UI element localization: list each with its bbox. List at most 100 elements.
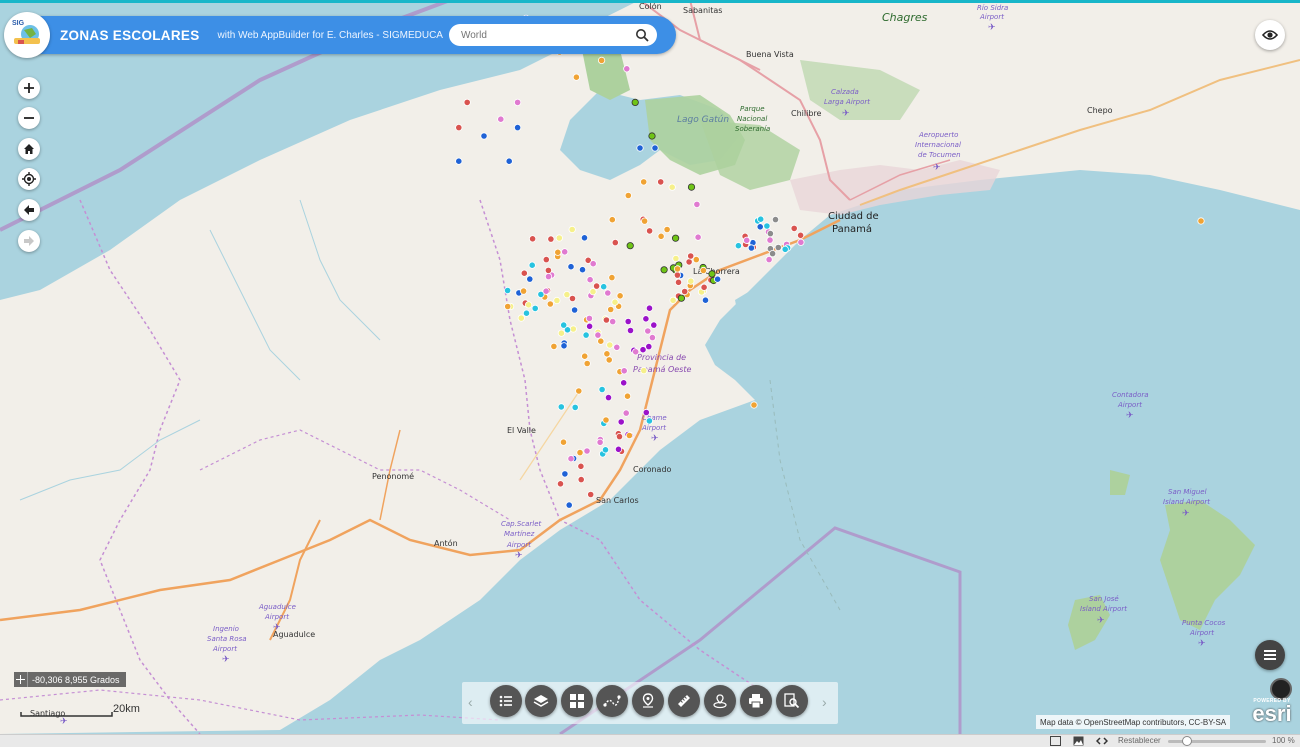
school-point[interactable] [694,233,702,241]
school-point[interactable] [625,431,634,440]
school-point[interactable] [585,322,594,330]
school-point[interactable] [617,418,625,426]
location-search-button[interactable] [704,685,736,717]
zoom-out-button[interactable] [18,107,40,129]
school-point[interactable] [592,282,601,290]
school-point[interactable] [463,98,471,107]
school-point[interactable] [644,327,652,335]
school-point[interactable] [602,416,610,424]
layer-list-button[interactable] [490,685,522,717]
school-point[interactable] [623,392,632,400]
query-button[interactable] [776,685,808,717]
school-point[interactable] [671,234,680,242]
zoom-in-button[interactable] [18,77,40,99]
school-point[interactable] [687,252,695,260]
school-point[interactable] [624,317,632,326]
school-point[interactable] [513,124,522,132]
school-point[interactable] [569,325,577,333]
school-point[interactable] [597,337,605,345]
school-point[interactable] [766,230,775,238]
attribute-table-button[interactable] [1255,640,1285,670]
school-point[interactable] [542,255,550,264]
school-point[interactable] [657,232,665,240]
school-point[interactable] [645,342,653,351]
school-point[interactable] [763,222,771,230]
school-point[interactable] [771,216,780,224]
zoom-slider-knob[interactable] [1182,736,1192,746]
image-icon[interactable] [1073,736,1084,746]
school-point[interactable] [614,445,623,453]
school-point[interactable] [517,314,525,322]
school-point[interactable] [556,480,565,488]
school-point[interactable] [557,329,566,337]
school-point[interactable] [624,191,632,200]
school-point[interactable] [561,470,569,478]
directions-button[interactable] [596,685,628,717]
school-point[interactable] [596,438,604,446]
school-point[interactable] [651,144,659,152]
school-point[interactable] [756,223,764,231]
school-point[interactable] [561,248,569,256]
school-point[interactable] [645,304,654,312]
school-point[interactable] [648,333,657,342]
school-point[interactable] [567,455,575,463]
school-point[interactable] [642,408,650,417]
school-point[interactable] [673,271,682,279]
school-point[interactable] [589,288,597,296]
school-point[interactable] [520,269,528,277]
school-point[interactable] [594,331,602,339]
school-point[interactable] [601,446,610,454]
school-point[interactable] [611,298,619,306]
school-point[interactable] [608,273,616,282]
overview-map-icon[interactable] [1270,678,1292,700]
school-point[interactable] [571,403,579,411]
school-point[interactable] [580,234,589,242]
school-point[interactable] [526,275,534,283]
reset-label[interactable]: Restablecer [1118,735,1161,747]
school-point[interactable] [765,255,773,264]
school-point[interactable] [587,490,595,499]
school-point[interactable] [631,98,639,107]
school-point[interactable] [559,438,568,446]
school-point[interactable] [620,379,628,387]
school-point[interactable] [598,385,606,394]
school-point[interactable] [687,277,695,285]
school-point[interactable] [577,462,585,470]
widget-panel-button[interactable] [561,685,593,717]
school-point[interactable] [648,132,656,140]
school-point[interactable] [701,296,710,304]
school-point[interactable] [583,359,591,368]
school-point[interactable] [750,401,758,409]
school-point[interactable] [513,98,522,107]
school-point[interactable] [708,270,716,278]
school-point[interactable] [687,183,696,191]
school-point[interactable] [550,342,558,350]
school-point[interactable] [636,144,644,152]
search-input[interactable] [458,28,633,42]
school-point[interactable] [560,321,568,329]
school-point[interactable] [597,56,606,65]
school-point[interactable] [615,432,624,441]
school-point[interactable] [743,236,751,244]
school-point[interactable] [563,290,571,299]
school-point[interactable] [613,343,621,351]
school-point[interactable] [685,258,693,266]
school-point[interactable] [602,316,611,324]
school-point[interactable] [504,302,512,311]
school-point[interactable] [576,448,584,457]
school-point[interactable] [565,501,573,509]
school-point[interactable] [622,409,630,417]
school-point[interactable] [557,403,565,411]
school-point[interactable] [605,356,613,364]
school-point[interactable] [578,266,587,274]
map-canvas[interactable]: Colón Sabanitas Chagres Río Sidra Airpor… [0,0,1300,734]
zoom-slider[interactable] [1168,736,1266,746]
school-point[interactable] [609,317,617,326]
window-icon[interactable] [1050,736,1061,746]
school-point[interactable] [640,178,648,186]
crosshair-icon[interactable] [14,672,28,687]
school-point[interactable] [1197,217,1205,225]
school-point[interactable] [560,342,568,350]
next-extent-button[interactable] [18,230,40,252]
school-point[interactable] [747,244,756,252]
